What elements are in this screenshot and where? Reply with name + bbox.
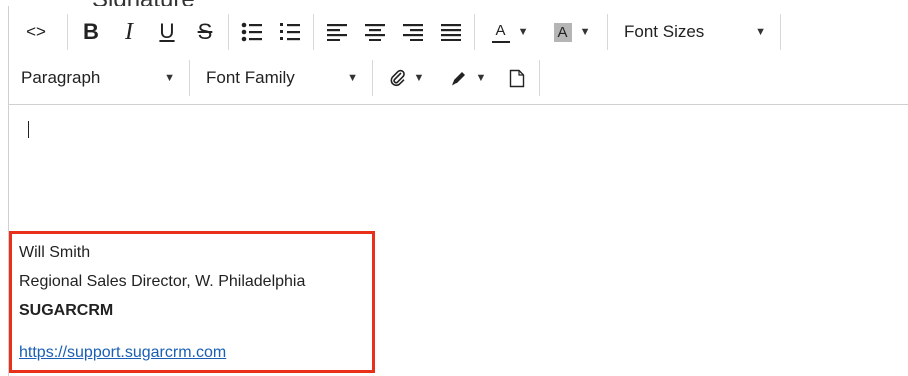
text-color-bar <box>491 40 510 43</box>
align-justify-button[interactable] <box>432 15 470 49</box>
align-justify-icon <box>441 24 461 41</box>
font-family-label: Font Family <box>206 68 295 87</box>
signature-highlight-box: Will Smith Regional Sales Director, W. P… <box>9 231 375 373</box>
code-button[interactable]: <> <box>9 15 63 49</box>
numbered-list-button[interactable] <box>271 15 309 49</box>
toolbar-separator <box>539 60 540 96</box>
align-left-button[interactable] <box>318 15 356 49</box>
strikethrough-icon: S <box>197 19 213 44</box>
toolbar-row-1: <> B I U S A ▼ A ▼ Font Sizes ▼ <box>9 10 785 54</box>
new-document-button[interactable] <box>499 61 535 95</box>
align-center-icon <box>365 24 385 41</box>
toolbar-separator <box>372 60 373 96</box>
toolbar-row-2: Paragraph ▼ Font Family ▼ ▼ ▼ <box>9 56 544 100</box>
toolbar-separator <box>67 14 68 50</box>
italic-icon: I <box>125 18 133 45</box>
font-family-dropdown[interactable]: Font Family ▼ <box>194 61 368 95</box>
bg-color-label: A <box>557 23 568 41</box>
paperclip-icon <box>390 69 405 87</box>
align-right-icon <box>403 24 423 41</box>
toolbar-separator <box>474 14 475 50</box>
attachment-button[interactable]: ▼ <box>377 61 437 95</box>
strikethrough-button[interactable]: S <box>186 15 224 49</box>
align-center-button[interactable] <box>356 15 394 49</box>
italic-button[interactable]: I <box>110 15 148 49</box>
chevron-down-icon: ▼ <box>517 26 529 38</box>
align-left-icon <box>327 24 347 41</box>
editor-toolbar: <> B I U S A ▼ A ▼ Font Sizes ▼ Paragrap… <box>9 6 908 105</box>
underline-icon: U <box>159 20 175 43</box>
text-color-button[interactable]: A ▼ <box>479 15 541 49</box>
text-color-icon: A <box>491 21 510 43</box>
signature-name: Will Smith <box>19 244 91 261</box>
pencil-icon <box>451 72 465 86</box>
paragraph-dropdown[interactable]: Paragraph ▼ <box>9 61 185 95</box>
chevron-down-icon: ▼ <box>475 72 487 84</box>
toolbar-separator <box>780 14 781 50</box>
font-sizes-label: Font Sizes <box>624 22 705 41</box>
rich-text-editor: <> B I U S A ▼ A ▼ Font Sizes ▼ Paragrap… <box>8 6 908 376</box>
text-color-label: A <box>495 21 506 39</box>
signature-title: Regional Sales Director, W. Philadelphia <box>19 273 306 290</box>
align-right-button[interactable] <box>394 15 432 49</box>
chevron-down-icon: ▼ <box>755 26 766 38</box>
bold-button[interactable]: B <box>72 15 110 49</box>
signature-company: SUGARCRM <box>19 302 114 319</box>
background-color-icon: A <box>553 22 572 42</box>
chevron-down-icon: ▼ <box>164 72 175 84</box>
document-icon <box>509 69 525 87</box>
toolbar-separator <box>189 60 190 96</box>
chevron-down-icon: ▼ <box>579 26 591 38</box>
underline-button[interactable]: U <box>148 15 186 49</box>
signature-link[interactable]: https://support.sugarcrm.com <box>19 344 226 362</box>
toolbar-separator <box>313 14 314 50</box>
text-cursor <box>28 121 29 138</box>
numbered-list-icon <box>280 23 300 41</box>
chevron-down-icon: ▼ <box>347 72 358 84</box>
bold-icon: B <box>83 19 99 44</box>
chevron-down-icon: ▼ <box>413 72 425 84</box>
toolbar-separator <box>228 14 229 50</box>
code-icon: <> <box>26 22 46 41</box>
editor-content-area[interactable]: Will Smith Regional Sales Director, W. P… <box>9 105 908 376</box>
draw-button[interactable]: ▼ <box>437 61 499 95</box>
font-sizes-dropdown[interactable]: Font Sizes ▼ <box>612 15 776 49</box>
paragraph-label: Paragraph <box>21 68 101 87</box>
bullet-list-icon <box>241 22 262 42</box>
toolbar-separator <box>607 14 608 50</box>
background-color-button[interactable]: A ▼ <box>541 15 603 49</box>
bullet-list-button[interactable] <box>233 15 271 49</box>
